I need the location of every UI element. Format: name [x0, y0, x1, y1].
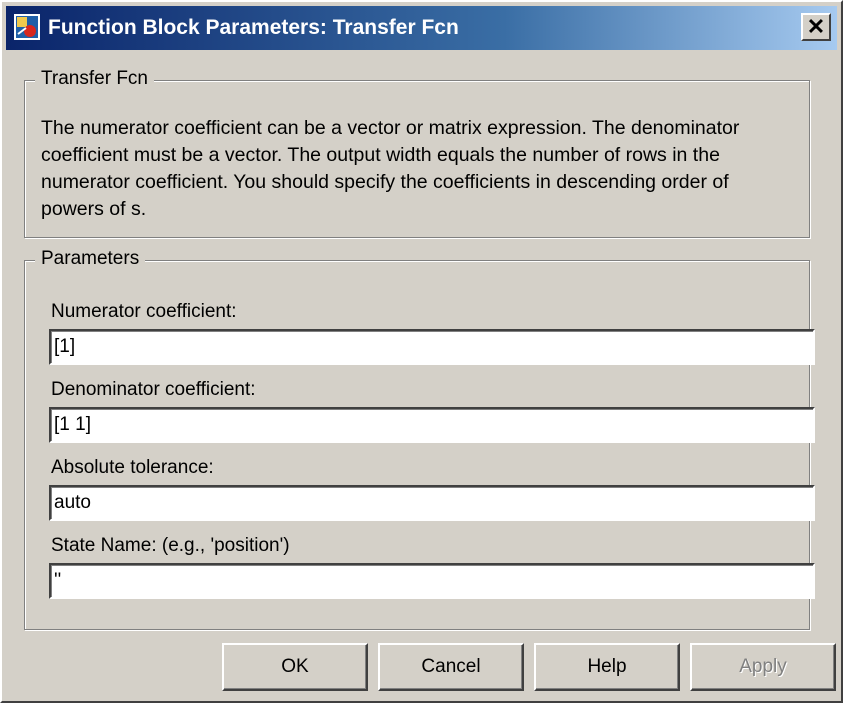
parameters-legend: Parameters — [35, 248, 146, 270]
absolute-tolerance-input[interactable] — [49, 485, 815, 521]
simulink-block-icon — [14, 14, 40, 40]
numerator-label: Numerator coefficient: — [51, 301, 237, 322]
ok-button-label: OK — [281, 656, 309, 677]
cancel-button-label: Cancel — [421, 656, 481, 677]
parameters-group: Parameters Numerator coefficient: Denomi… — [24, 248, 815, 630]
window-title: Function Block Parameters: Transfer Fcn — [48, 16, 459, 39]
help-button[interactable]: Help — [534, 643, 680, 691]
apply-button[interactable]: Apply — [690, 643, 836, 691]
ok-button[interactable]: OK — [222, 643, 368, 691]
description-group: Transfer Fcn The numerator coefficient c… — [24, 68, 810, 238]
description-text: The numerator coefficient can be a vecto… — [41, 117, 740, 220]
state-name-input[interactable] — [49, 563, 815, 599]
state-name-label: State Name: (e.g., 'position') — [51, 535, 290, 556]
apply-button-label: Apply — [739, 656, 787, 677]
denominator-input[interactable] — [49, 407, 815, 443]
absolute-tolerance-label: Absolute tolerance: — [51, 457, 214, 478]
numerator-input[interactable] — [49, 329, 815, 365]
close-button[interactable]: ✕ — [801, 13, 831, 41]
description-legend: Transfer Fcn — [35, 68, 154, 90]
help-button-label: Help — [587, 656, 627, 677]
title-bar[interactable]: Function Block Parameters: Transfer Fcn … — [6, 6, 837, 50]
cancel-button[interactable]: Cancel — [378, 643, 524, 691]
denominator-label: Denominator coefficient: — [51, 379, 256, 400]
close-icon: ✕ — [806, 14, 826, 39]
dialog-window: Function Block Parameters: Transfer Fcn … — [0, 0, 843, 703]
